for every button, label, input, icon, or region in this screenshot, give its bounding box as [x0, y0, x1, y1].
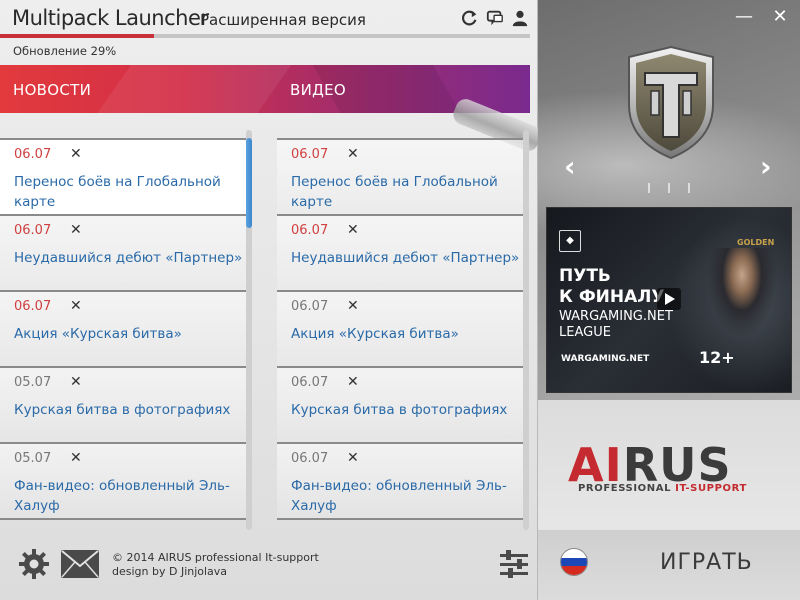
update-progress-bar	[0, 34, 530, 38]
carousel-dot[interactable]	[688, 183, 690, 193]
news-scroll-thumb[interactable]	[246, 138, 252, 228]
video-headline-line3: WARGAMING.NET	[559, 309, 673, 324]
video-item[interactable]: 06.07 ✕ Неудавшийся дебют «Партнер»	[277, 214, 523, 290]
play-button[interactable]: ИГРАТЬ	[660, 550, 753, 575]
video-date: 06.07	[291, 299, 329, 314]
chat-icon[interactable]	[485, 8, 505, 28]
video-item[interactable]: 06.07 ✕ Фан-видео: обновленный Эль-Халуф	[277, 442, 523, 518]
carousel-indicator	[538, 183, 800, 195]
tab-video[interactable]: ВИДЕО	[290, 81, 346, 99]
refresh-icon[interactable]	[460, 8, 480, 28]
video-date: 06.07	[291, 451, 329, 466]
news-item[interactable]: 06.07 ✕ Акция «Курская битва»	[0, 290, 246, 366]
next-arrow-icon[interactable]: ›	[760, 150, 772, 183]
news-date: 06.07	[14, 223, 52, 238]
carousel-dot[interactable]	[648, 183, 650, 193]
left-panel: Multipack Launcher Расширенная версия Об…	[0, 0, 544, 600]
video-person-image	[707, 248, 777, 338]
video-title[interactable]: Курская битва в фотографиях	[291, 400, 521, 420]
dismiss-icon[interactable]: ✕	[347, 222, 359, 238]
gear-icon[interactable]	[18, 548, 50, 580]
news-item[interactable]: 05.07 ✕ Фан-видео: обновленный Эль-Халуф	[0, 442, 246, 518]
news-item[interactable]: 06.07 ✕ Неудавшийся дебют «Партнер»	[0, 214, 246, 290]
video-item[interactable]: 06.07 ✕ Акция «Курская битва»	[277, 290, 523, 366]
tagline-part-b: IT-SUPPORT	[675, 483, 747, 494]
copyright-line: © 2014 AIRUS professional It-support	[112, 551, 319, 564]
dismiss-icon[interactable]: ✕	[347, 374, 359, 390]
league-badge-icon: ◆	[559, 230, 581, 252]
update-progress-fill	[0, 34, 154, 38]
video-title[interactable]: Неудавшийся дебют «Партнер»	[291, 248, 521, 268]
update-status: Обновление 29%	[13, 44, 117, 58]
prev-arrow-icon[interactable]: ‹	[564, 150, 576, 183]
dismiss-icon[interactable]: ✕	[70, 450, 82, 466]
news-date: 05.07	[14, 375, 52, 390]
airus-tagline: PROFESSIONAL IT-SUPPORT	[578, 483, 747, 494]
featured-video-card[interactable]: GOLDEN ◆ ПУТЬ К ФИНАЛУ WARGAMING.NET LEA…	[546, 207, 792, 393]
user-icon[interactable]	[510, 8, 530, 28]
news-list: 06.07 ✕ Перенос боёв на Глобальной карте…	[0, 138, 246, 520]
news-scrollbar[interactable]	[246, 130, 252, 530]
titlebar: Multipack Launcher Расширенная версия	[0, 0, 538, 34]
video-item[interactable]: 06.07 ✕ Перенос боёв на Глобальной карте	[277, 138, 523, 214]
news-date: 06.07	[14, 299, 52, 314]
news-title[interactable]: Неудавшийся дебют «Партнер»	[14, 248, 244, 268]
news-title[interactable]: Перенос боёв на Глобальной карте	[14, 172, 244, 212]
video-headline-line2: К ФИНАЛУ	[559, 287, 665, 307]
design-credit: design by D Jinjolava	[112, 565, 228, 578]
video-sign-text: GOLDEN	[737, 238, 775, 247]
dismiss-icon[interactable]: ✕	[347, 298, 359, 314]
video-date: 06.07	[291, 147, 329, 162]
video-headline-line4: LEAGUE	[559, 325, 611, 340]
news-title[interactable]: Акция «Курская битва»	[14, 324, 244, 344]
dismiss-icon[interactable]: ✕	[70, 222, 82, 238]
news-date: 05.07	[14, 451, 52, 466]
news-title[interactable]: Курская битва в фотографиях	[14, 400, 244, 420]
app-subtitle: Расширенная версия	[200, 11, 366, 29]
list-divider	[277, 518, 523, 520]
sliders-icon[interactable]	[498, 548, 530, 580]
video-date: 06.07	[291, 223, 329, 238]
age-rating: 12+	[699, 348, 735, 367]
play-video-icon[interactable]	[657, 288, 681, 310]
dismiss-icon[interactable]: ✕	[347, 450, 359, 466]
launcher-window: Multipack Launcher Расширенная версия Об…	[0, 0, 800, 600]
tagline-part-a: PROFESSIONAL	[578, 483, 676, 494]
tab-news[interactable]: НОВОСТИ	[13, 81, 91, 99]
app-title: Multipack Launcher	[12, 6, 209, 30]
video-title[interactable]: Фан-видео: обновленный Эль-Халуф	[291, 476, 521, 516]
video-headline-line1: ПУТЬ	[559, 266, 611, 286]
video-title[interactable]: Перенос боёв на Глобальной карте	[291, 172, 521, 212]
dismiss-icon[interactable]: ✕	[70, 146, 82, 162]
news-item[interactable]: 05.07 ✕ Курская битва в фотографиях	[0, 366, 246, 442]
russian-flag-icon[interactable]	[560, 548, 588, 576]
copyright-text: © 2014 AIRUS professional It-support des…	[112, 551, 319, 579]
close-button[interactable]: ✕	[770, 8, 790, 28]
video-item[interactable]: 06.07 ✕ Курская битва в фотографиях	[277, 366, 523, 442]
carousel-dot[interactable]	[668, 183, 670, 193]
news-item[interactable]: 06.07 ✕ Перенос боёв на Глобальной карте	[0, 138, 246, 214]
minimize-button[interactable]: —	[734, 8, 754, 28]
video-date: 06.07	[291, 375, 329, 390]
mail-icon[interactable]	[60, 549, 100, 579]
news-title[interactable]: Фан-видео: обновленный Эль-Халуф	[14, 476, 244, 516]
news-date: 06.07	[14, 147, 52, 162]
video-title[interactable]: Акция «Курская битва»	[291, 324, 521, 344]
section-header: НОВОСТИ ВИДЕО	[0, 65, 530, 113]
dismiss-icon[interactable]: ✕	[70, 374, 82, 390]
dismiss-icon[interactable]: ✕	[347, 146, 359, 162]
video-scrollbar[interactable]	[523, 130, 529, 530]
footer: © 2014 AIRUS professional It-support des…	[0, 540, 538, 600]
video-list: 06.07 ✕ Перенос боёв на Глобальной карте…	[277, 138, 523, 520]
play-bar: ИГРАТЬ	[538, 530, 800, 600]
list-divider	[0, 518, 246, 520]
right-panel: — ✕ ‹ › GOLDEN ◆ ПУТЬ К ФИНАЛУ WARGAMING…	[538, 0, 800, 600]
banner-decor	[74, 65, 306, 113]
dismiss-icon[interactable]: ✕	[70, 298, 82, 314]
video-brand: WARGAMING.NET	[561, 354, 650, 364]
game-logo-icon	[623, 45, 719, 160]
